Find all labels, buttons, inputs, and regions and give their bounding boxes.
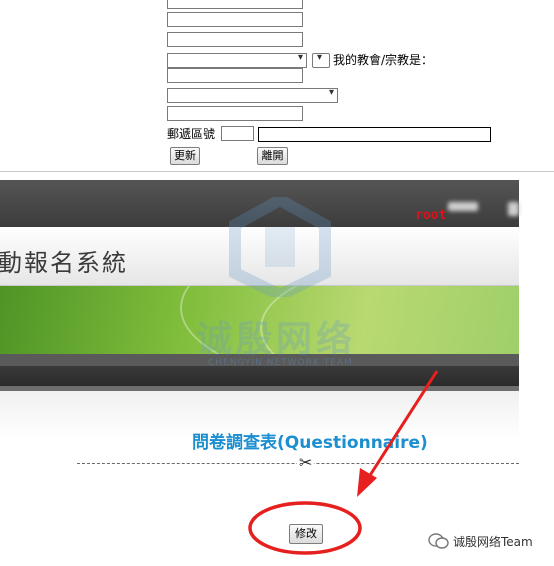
- update-button[interactable]: 更新: [170, 147, 200, 165]
- religion-select[interactable]: [167, 52, 307, 68]
- region-select[interactable]: [167, 87, 338, 103]
- blurred-text-2: [508, 202, 519, 216]
- text-field-3[interactable]: [167, 32, 303, 47]
- questionnaire-title: 問卷調查表(Questionnaire): [192, 433, 428, 453]
- religion-small-select[interactable]: [312, 52, 330, 68]
- form-area: 我的教會/宗教是： 郵遞區號 更新 離開: [0, 0, 554, 172]
- watermark-logo-icon: [229, 197, 331, 297]
- watermark-subtext: CHENGYIN NETWORK TEAM: [208, 358, 353, 368]
- form-divider: [0, 171, 554, 172]
- wechat-icon: [428, 533, 449, 549]
- leave-button[interactable]: 離開: [257, 147, 288, 165]
- account-name: 诚殷网络Team: [453, 535, 533, 549]
- street-address-field[interactable]: [258, 127, 491, 142]
- modify-button[interactable]: 修改: [289, 524, 323, 544]
- text-field-1[interactable]: [167, 0, 303, 9]
- system-title: 動報名系統: [0, 249, 128, 277]
- church-label: 我的教會/宗教是：: [333, 53, 434, 67]
- annotation-arrow-head: [357, 468, 377, 497]
- watermark-text: 诚殷网络: [196, 319, 357, 360]
- text-field-2[interactable]: [167, 12, 303, 27]
- blurred-text: [448, 202, 478, 211]
- address-field[interactable]: [167, 106, 303, 121]
- scissors-icon: ✂: [297, 453, 315, 472]
- postal-code-field[interactable]: [221, 126, 254, 141]
- user-name: root: [415, 208, 447, 223]
- postal-code-label: 郵遞區號: [167, 127, 216, 141]
- menu-bar: [0, 366, 519, 386]
- religion-other-field[interactable]: [167, 68, 303, 83]
